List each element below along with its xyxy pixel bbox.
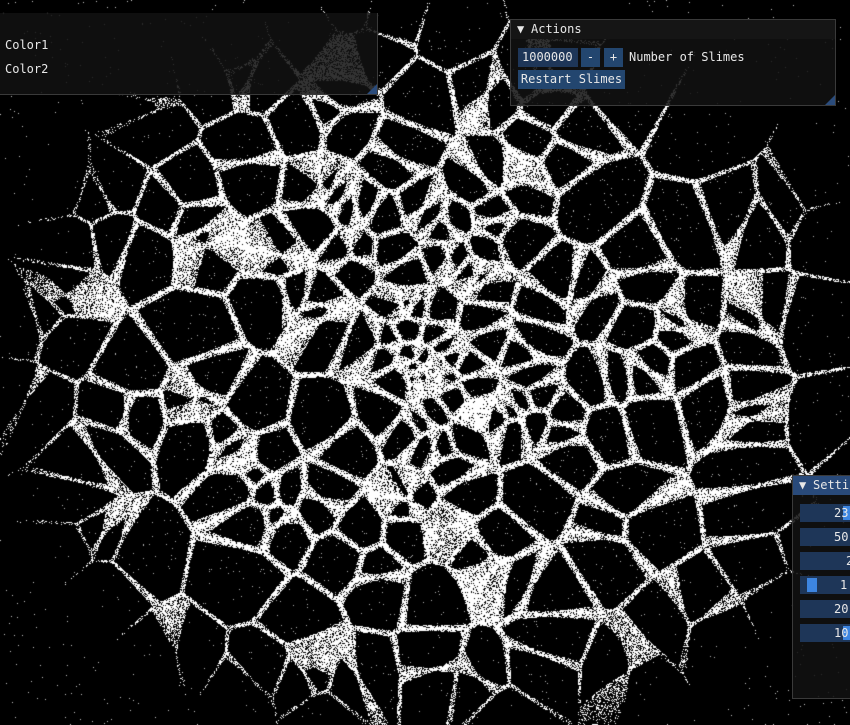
slime-count-input[interactable]: 1000000 [518,48,578,67]
settings-slider-value: 20. [834,602,850,616]
slime-count-row: 1000000 - + Number of Slimes [518,48,828,67]
settings-slider-5[interactable]: 20. [800,600,850,618]
actions-window: ▼ Actions 1000000 - + Number of Slimes Re… [510,19,836,106]
settings-slider-2[interactable]: 50. [800,528,850,546]
settings-slider-3[interactable]: 2 [800,552,850,570]
settings-slider-4[interactable]: 1. [800,576,850,594]
settings-window: ▼ Setti 23. 50. 2 1. 20. 10. [792,475,850,699]
actions-title: Actions [531,22,582,36]
actions-title-bar[interactable]: ▼ Actions [511,20,835,39]
settings-slider-value: 1. [840,578,850,592]
slider-grab-handle[interactable] [807,578,817,592]
resize-grip-icon[interactable] [367,84,377,94]
color2-label[interactable]: Color2 [5,59,48,79]
triangle-down-icon[interactable]: ▼ [517,20,527,39]
colors-window: Color1 Color2 [0,13,378,95]
decrement-button[interactable]: - [581,48,600,67]
triangle-down-icon[interactable]: ▼ [799,476,809,495]
simulation-viewport: Color1 Color2 ▼ Actions 1000000 - + Numbe… [0,0,850,725]
settings-title-bar[interactable]: ▼ Setti [793,476,850,495]
settings-slider-1[interactable]: 23. [800,504,850,522]
settings-slider-value: 10. [834,626,850,640]
slime-simulation-canvas [0,0,850,725]
settings-slider-6[interactable]: 10. [800,624,850,642]
resize-grip-icon[interactable] [825,95,835,105]
settings-slider-value: 50. [834,530,850,544]
settings-slider-value: 2 [846,554,850,568]
settings-title: Setti [813,478,850,492]
settings-slider-value: 23. [834,506,850,520]
increment-button[interactable]: + [604,48,623,67]
restart-slimes-button[interactable]: Restart Slimes [518,70,625,89]
slime-count-label: Number of Slimes [629,50,745,64]
color1-label[interactable]: Color1 [5,35,48,55]
